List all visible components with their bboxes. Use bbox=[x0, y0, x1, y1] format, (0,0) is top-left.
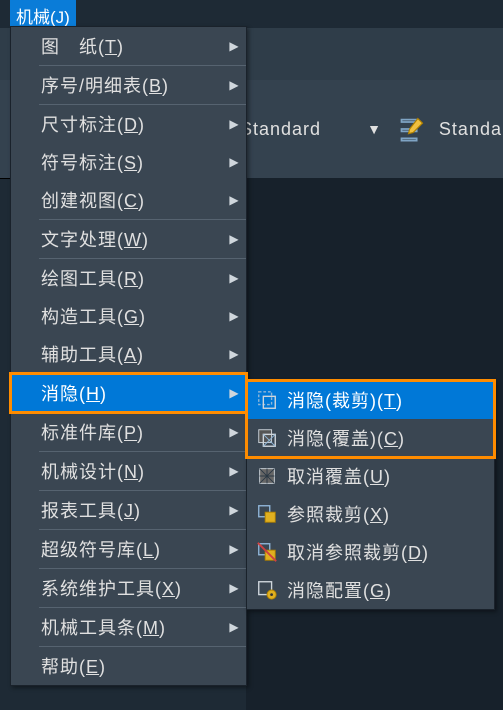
submenu-arrow-icon: ▶ bbox=[222, 542, 246, 556]
chevron-down-icon[interactable]: ▼ bbox=[367, 121, 381, 137]
submenu-item-label: 取消覆盖(U) bbox=[287, 463, 494, 489]
menu-item[interactable]: 符号标注(S)▶ bbox=[11, 143, 246, 181]
hide-trim-icon bbox=[253, 386, 281, 414]
menu-item[interactable]: 绘图工具(R)▶ bbox=[11, 259, 246, 297]
menu-item-label: 消隐(H) bbox=[41, 380, 222, 406]
menu-item[interactable]: 消隐(H)▶ bbox=[11, 374, 246, 412]
submenu-item[interactable]: 取消参照裁剪(D) bbox=[247, 533, 494, 571]
menu-item[interactable]: 帮助(E) bbox=[11, 647, 246, 685]
style-combo-group: Standard ▼ Standa bbox=[240, 114, 502, 144]
submenu-item[interactable]: 参照裁剪(X) bbox=[247, 495, 494, 533]
submenu-item[interactable]: 消隐配置(G) bbox=[247, 571, 494, 609]
menu-item[interactable]: 辅助工具(A)▶ bbox=[11, 335, 246, 373]
ref-trim-icon bbox=[253, 500, 281, 528]
submenu-arrow-icon: ▶ bbox=[222, 425, 246, 439]
menu-item[interactable]: 机械工具条(M)▶ bbox=[11, 608, 246, 646]
submenu-arrow-icon: ▶ bbox=[222, 232, 246, 246]
uncover-icon bbox=[253, 462, 281, 490]
submenu-item-label: 参照裁剪(X) bbox=[287, 501, 494, 527]
menu-item-label: 辅助工具(A) bbox=[41, 341, 222, 367]
menu-item-label: 创建视图(C) bbox=[41, 187, 222, 213]
submenu-arrow-icon: ▶ bbox=[222, 309, 246, 323]
menu-item[interactable]: 标准件库(P)▶ bbox=[11, 413, 246, 451]
hide-config-icon bbox=[253, 576, 281, 604]
menu-item[interactable]: 构造工具(G)▶ bbox=[11, 297, 246, 335]
submenu-item[interactable]: 取消覆盖(U) bbox=[247, 457, 494, 495]
submenu-arrow-icon: ▶ bbox=[222, 271, 246, 285]
menu-item[interactable]: 序号/明细表(B)▶ bbox=[11, 66, 246, 104]
submenu-arrow-icon: ▶ bbox=[222, 78, 246, 92]
submenu-item-label: 取消参照裁剪(D) bbox=[287, 539, 494, 565]
menu-item-label: 构造工具(G) bbox=[41, 303, 222, 329]
menu-item[interactable]: 机械设计(N)▶ bbox=[11, 452, 246, 490]
main-menu: 图 纸(T)▶序号/明细表(B)▶尺寸标注(D)▶符号标注(S)▶创建视图(C)… bbox=[10, 26, 247, 686]
menu-item-label: 文字处理(W) bbox=[41, 226, 222, 252]
style-combo-value[interactable]: Standard bbox=[240, 119, 321, 140]
submenu-arrow-icon: ▶ bbox=[222, 581, 246, 595]
menu-item-label: 序号/明细表(B) bbox=[41, 72, 222, 98]
submenu-item[interactable]: 消隐(裁剪)(T) bbox=[247, 381, 494, 419]
menu-item[interactable]: 文字处理(W)▶ bbox=[11, 220, 246, 258]
menu-item-label: 绘图工具(R) bbox=[41, 265, 222, 291]
submenu-arrow-icon: ▶ bbox=[222, 347, 246, 361]
submenu-arrow-icon: ▶ bbox=[222, 39, 246, 53]
submenu-arrow-icon: ▶ bbox=[222, 117, 246, 131]
menu-item[interactable]: 尺寸标注(D)▶ bbox=[11, 105, 246, 143]
menu-trigger-label: 机械(J) bbox=[16, 3, 70, 28]
style-combo-value-2[interactable]: Standa bbox=[439, 119, 502, 140]
menu-item-label: 尺寸标注(D) bbox=[41, 111, 222, 137]
submenu-item[interactable]: 消隐(覆盖)(C) bbox=[247, 419, 494, 457]
menu-item-label: 帮助(E) bbox=[41, 653, 222, 679]
submenu-arrow-icon: ▶ bbox=[222, 464, 246, 478]
menu-item-label: 超级符号库(L) bbox=[41, 536, 222, 562]
submenu-item-label: 消隐(裁剪)(T) bbox=[287, 387, 494, 413]
menu-item-label: 标准件库(P) bbox=[41, 419, 222, 445]
hide-cover-icon bbox=[253, 424, 281, 452]
menu-item[interactable]: 创建视图(C)▶ bbox=[11, 181, 246, 219]
submenu-arrow-icon: ▶ bbox=[222, 620, 246, 634]
menu-item-label: 符号标注(S) bbox=[41, 149, 222, 175]
menu-item-label: 图 纸(T) bbox=[41, 33, 222, 59]
menu-item[interactable]: 图 纸(T)▶ bbox=[11, 27, 246, 65]
menu-item[interactable]: 系统维护工具(X)▶ bbox=[11, 569, 246, 607]
submenu-arrow-icon: ▶ bbox=[222, 503, 246, 517]
cancel-ref-trim-icon bbox=[253, 538, 281, 566]
edit-style-icon[interactable] bbox=[397, 114, 427, 144]
submenu-arrow-icon: ▶ bbox=[222, 386, 246, 400]
menu-item-label: 报表工具(J) bbox=[41, 497, 222, 523]
menu-item[interactable]: 超级符号库(L)▶ bbox=[11, 530, 246, 568]
submenu-arrow-icon: ▶ bbox=[222, 193, 246, 207]
submenu-item-label: 消隐配置(G) bbox=[287, 577, 494, 603]
menu-item-label: 系统维护工具(X) bbox=[41, 575, 222, 601]
menu-item[interactable]: 报表工具(J)▶ bbox=[11, 491, 246, 529]
submenu-hide: 消隐(裁剪)(T) 消隐(覆盖)(C) 取消覆盖(U) 参照裁剪(X) 取消参照裁剪(D… bbox=[246, 380, 495, 610]
menu-item-label: 机械设计(N) bbox=[41, 458, 222, 484]
menu-item-label: 机械工具条(M) bbox=[41, 614, 222, 640]
submenu-item-label: 消隐(覆盖)(C) bbox=[287, 425, 494, 451]
submenu-arrow-icon: ▶ bbox=[222, 155, 246, 169]
